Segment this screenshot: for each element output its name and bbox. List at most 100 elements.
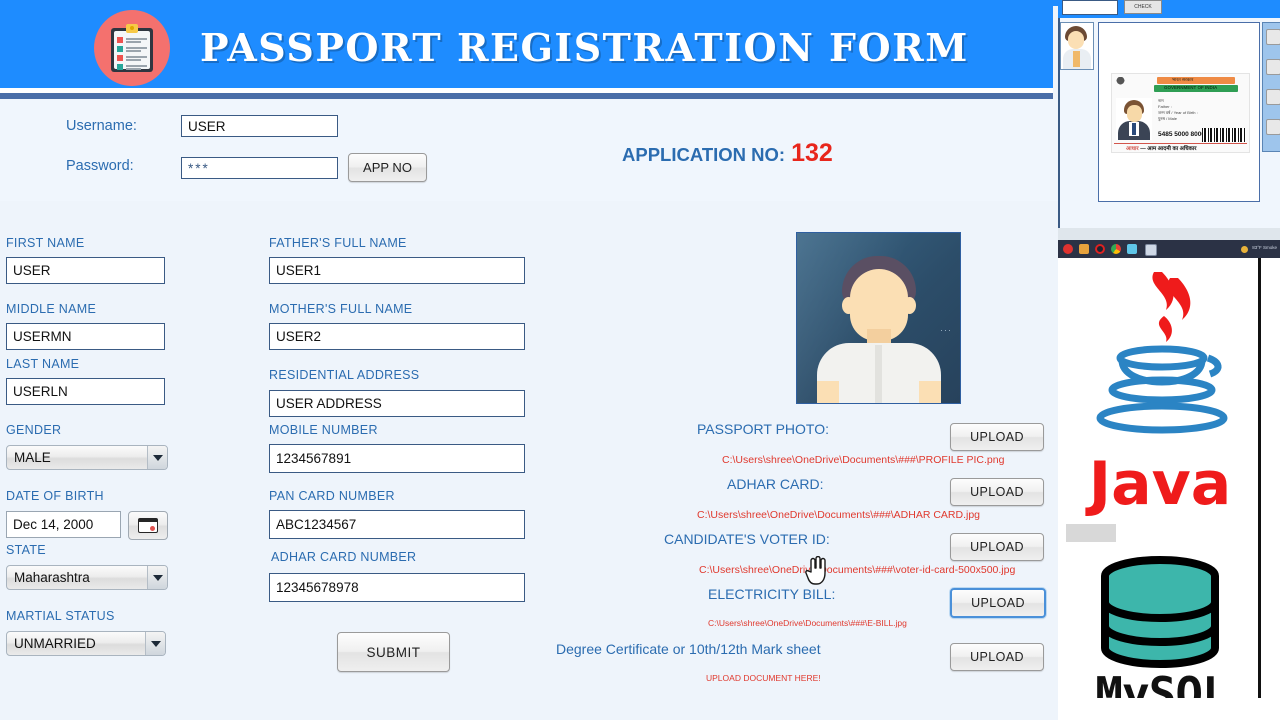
gem-icon[interactable]: [1127, 244, 1137, 254]
first-name-input[interactable]: [6, 257, 165, 284]
fathers-name-input[interactable]: [269, 257, 525, 284]
calendar-picker-button[interactable]: [128, 511, 168, 540]
passport-photo-path: C:\Users\shree\OneDrive\Documents\###\PR…: [722, 454, 1005, 466]
mothers-name-input[interactable]: [269, 323, 525, 350]
date-of-birth-input[interactable]: Dec 14, 2000: [6, 511, 121, 538]
chevron-down-icon[interactable]: [145, 632, 165, 655]
passport-photo-label: PASSPORT PHOTO:: [697, 421, 830, 437]
right-bottom-filler: [1058, 698, 1280, 720]
calendar-icon: [138, 518, 158, 533]
panel-button-2[interactable]: [1266, 59, 1280, 75]
gender-label: GENDER: [6, 423, 62, 437]
pan-card-number-input[interactable]: [269, 510, 525, 539]
contact-icon[interactable]: [1145, 244, 1157, 256]
application-number-value: 132: [791, 139, 833, 167]
username-label: Username:: [66, 118, 137, 134]
adhar-card-number-label: ADHAR CARD NUMBER: [271, 550, 417, 564]
aadhaar-barcode: [1202, 128, 1246, 142]
adhar-card-number-input[interactable]: [269, 573, 525, 602]
app-no-button[interactable]: APP NO: [348, 153, 427, 182]
check-button[interactable]: CHECK: [1124, 0, 1162, 14]
weather-status: 83°F Smoke: [1252, 245, 1277, 250]
upload-electricity-bill-button[interactable]: UPLOAD: [950, 588, 1046, 618]
clipboard-checklist-icon: [111, 24, 153, 72]
aadhaar-slogan-prefix: आधार: [1126, 146, 1139, 152]
password-label: Password:: [66, 158, 134, 174]
aadhaar-card-image: भारत सरकार GOVERNMENT OF INDIA नाम Fathe…: [1111, 73, 1250, 153]
martial-status-value: UNMARRIED: [14, 636, 96, 651]
india-emblem-icon: [1115, 77, 1126, 93]
aadhaar-gov-english: GOVERNMENT OF INDIA: [1164, 85, 1218, 90]
voter-id-path: C:\Users\shree\OneDrive\Documents\###\vo…: [699, 564, 1016, 576]
middle-name-input[interactable]: [6, 323, 165, 350]
opera-icon[interactable]: [1063, 244, 1073, 254]
date-of-birth-label: DATE OF BIRTH: [6, 489, 104, 503]
residential-address-input[interactable]: [269, 390, 525, 417]
adhar-card-label: ADHAR CARD:: [727, 476, 824, 492]
photo-corner-dots: ···: [940, 325, 952, 335]
tech-logo-panel: Java MySQL: [1062, 258, 1261, 718]
username-input[interactable]: [181, 115, 338, 137]
upload-voter-id-button[interactable]: UPLOAD: [950, 533, 1044, 561]
aadhaar-photo: [1116, 98, 1152, 140]
app-logo: [94, 10, 170, 86]
aadhaar-gov-hindi: भारत सरकार: [1172, 77, 1194, 82]
state-select[interactable]: Maharashtra: [6, 565, 168, 590]
background-top-input[interactable]: [1062, 0, 1118, 15]
last-name-label: LAST NAME: [6, 357, 80, 371]
application-number-label: APPLICATION NO:: [622, 144, 786, 165]
gender-value: MALE: [14, 450, 51, 465]
panel-button-4[interactable]: [1266, 119, 1280, 135]
upload-adhar-card-button[interactable]: UPLOAD: [950, 478, 1044, 506]
weather-icon: [1241, 246, 1248, 253]
java-wordmark: Java: [1088, 449, 1232, 519]
login-strip: [0, 99, 1058, 202]
residential-address-label: RESIDENTIAL ADDRESS: [269, 368, 420, 382]
upload-degree-certificate-button[interactable]: UPLOAD: [950, 643, 1044, 671]
fathers-name-label: FATHER'S FULL NAME: [269, 236, 407, 250]
page-title: PASSPORT REGISTRATION FORM: [200, 24, 969, 70]
gray-placeholder-patch: [1066, 524, 1116, 542]
record-icon[interactable]: [1095, 244, 1105, 254]
password-input[interactable]: [181, 157, 338, 179]
taskbar: 83°F Smoke: [1058, 240, 1280, 258]
passport-registration-window: PASSPORT REGISTRATION FORM Username: Pas…: [0, 0, 1058, 720]
submit-button[interactable]: SUBMIT: [337, 632, 450, 672]
header-banner: PASSPORT REGISTRATION FORM: [0, 6, 1053, 88]
chevron-down-icon[interactable]: [147, 446, 167, 469]
degree-certificate-path: UPLOAD DOCUMENT HERE!: [706, 673, 821, 683]
aadhaar-slogan-text: — आम आदमी का अधिकार: [1140, 146, 1197, 152]
passport-photo-preview: ···: [796, 232, 961, 404]
chevron-down-icon[interactable]: [147, 566, 167, 589]
background-windows-strip: CHECK भारत सरकार GOVERNMENT OF INDIA नाम…: [1058, 0, 1280, 720]
last-name-input[interactable]: [6, 378, 165, 405]
state-label: STATE: [6, 543, 46, 557]
panel-button-3[interactable]: [1266, 89, 1280, 105]
electricity-bill-path: C:\Users\shree\OneDrive\Documents\###\E-…: [708, 618, 907, 628]
mobile-number-input[interactable]: [269, 444, 525, 473]
pan-card-number-label: PAN CARD NUMBER: [269, 489, 395, 503]
aadhaar-gender-label: पुरुष / Male: [1158, 116, 1177, 121]
aadhaar-slogan: आधार — आम आदमी का अधिकार: [1126, 144, 1197, 152]
gender-select[interactable]: MALE: [6, 445, 168, 470]
aadhaar-uid-number: 5485 5000 8000: [1158, 131, 1205, 138]
java-logo-icon: [1096, 272, 1228, 434]
background-window-edge: [1058, 228, 1280, 240]
chrome-icon[interactable]: [1111, 244, 1121, 254]
degree-certificate-label: Degree Certificate or 10th/12th Mark she…: [556, 641, 821, 657]
mysql-database-icon: [1101, 556, 1219, 668]
adhar-card-path: C:\Users\shree\OneDrive\Documents\###\AD…: [697, 509, 981, 521]
background-photo-thumbnail: [1060, 22, 1094, 70]
panel-button-1[interactable]: [1266, 29, 1280, 45]
notes-icon[interactable]: [1079, 244, 1089, 254]
state-value: Maharashtra: [14, 570, 90, 585]
electricity-bill-label: ELECTRICITY BILL:: [708, 586, 836, 602]
mothers-name-label: MOTHER'S FULL NAME: [269, 302, 413, 316]
middle-name-label: MIDDLE NAME: [6, 302, 97, 316]
mobile-number-label: MOBILE NUMBER: [269, 423, 378, 437]
application-number: APPLICATION NO: 132: [622, 139, 833, 168]
background-button-panel: [1262, 22, 1280, 152]
martial-status-select[interactable]: UNMARRIED: [6, 631, 166, 656]
first-name-label: FIRST NAME: [6, 236, 85, 250]
upload-passport-photo-button[interactable]: UPLOAD: [950, 423, 1044, 451]
